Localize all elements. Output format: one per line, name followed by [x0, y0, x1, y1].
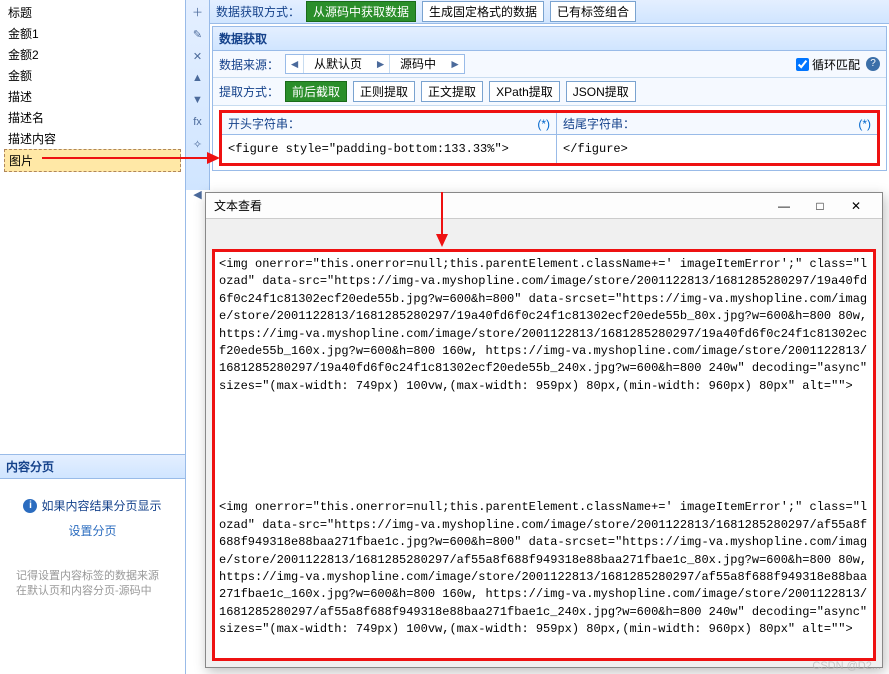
extract-mode-row: 数据获取方式： 从源码中获取数据 生成固定格式的数据 已有标签组合 [210, 0, 889, 24]
up-icon[interactable]: ▲ [188, 68, 208, 88]
tree-item-selected[interactable]: 图片 [4, 149, 181, 172]
method-regex[interactable]: 正则提取 [353, 81, 415, 102]
method-xpath[interactable]: XPath提取 [489, 81, 560, 102]
tree-item[interactable]: 描述 [4, 86, 181, 107]
end-string-input[interactable] [557, 135, 877, 163]
close-button[interactable]: ✕ [838, 194, 874, 218]
loop-match-checkbox[interactable]: 循环匹配 [796, 56, 860, 73]
paging-hint: 记得设置内容标签的数据来源 在默认页和内容分页-源码中 [10, 569, 175, 600]
text-viewer-titlebar[interactable]: 文本查看 — □ ✕ [206, 193, 882, 219]
tree-item[interactable]: 描述名 [4, 107, 181, 128]
paging-info: i 如果内容结果分页显示 [10, 497, 175, 514]
start-star[interactable]: (*) [537, 117, 550, 131]
nav-next-icon[interactable]: ► [372, 55, 390, 73]
mode-from-source[interactable]: 从源码中获取数据 [306, 1, 416, 22]
tree-item[interactable]: 金额1 [4, 23, 181, 44]
end-star[interactable]: (*) [858, 117, 871, 131]
down-icon[interactable]: ▼ [188, 90, 208, 110]
method-label: 提取方式： [219, 83, 279, 100]
wand-icon[interactable]: ✧ [188, 134, 208, 154]
tree-item[interactable]: 金额2 [4, 44, 181, 65]
source-combo: ◄ 从默认页 ► 源码中 ► [285, 54, 465, 74]
nav-from-text[interactable]: 从默认页 [304, 55, 372, 73]
tree-item[interactable]: 金额 [4, 65, 181, 86]
text-viewer-content[interactable] [219, 256, 869, 654]
info-icon: i [23, 499, 37, 513]
content-paging-panel: 内容分页 i 如果内容结果分页显示 设置分页 记得设置内容标签的数据来源 在默认… [0, 454, 185, 610]
x-icon[interactable]: ✕ [188, 46, 208, 66]
extract-mode-label: 数据获取方式： [216, 3, 300, 20]
pencil-icon[interactable]: ✎ [188, 24, 208, 44]
nav-src-text[interactable]: 源码中 [390, 55, 446, 73]
text-viewer-window: 文本查看 — □ ✕ [205, 192, 883, 668]
tree-item[interactable]: 描述内容 [4, 128, 181, 149]
source-label: 数据来源： [219, 56, 279, 73]
main-area: 数据获取方式： 从源码中获取数据 生成固定格式的数据 已有标签组合 数据获取 数… [210, 0, 889, 171]
plus-icon[interactable]: ＋ [188, 2, 208, 22]
fx-icon[interactable]: fx [188, 112, 208, 132]
minimize-button[interactable]: — [766, 194, 802, 218]
vertical-toolbar: ＋ ✎ ✕ ▲ ▼ fx ✧ ◀ [186, 0, 210, 190]
loop-label: 循环匹配 [812, 56, 860, 73]
loop-checkbox-input[interactable] [796, 58, 809, 71]
tree-item[interactable]: 标题 [4, 2, 181, 23]
method-row: 提取方式： 前后截取 正则提取 正文提取 XPath提取 JSON提取 [213, 78, 886, 106]
sidebar: 标题 金额1 金额2 金额 描述 描述名 描述内容 图片 内容分页 i 如果内容… [0, 0, 186, 674]
set-paging-link[interactable]: 设置分页 [10, 522, 175, 539]
method-trim[interactable]: 前后截取 [285, 81, 347, 102]
paging-info-text: 如果内容结果分页显示 [41, 497, 161, 514]
mode-fixed-format[interactable]: 生成固定格式的数据 [422, 1, 544, 22]
help-icon[interactable]: ? [866, 57, 880, 71]
method-json[interactable]: JSON提取 [566, 81, 636, 102]
start-string-label: 开头字符串： [228, 115, 300, 132]
method-body[interactable]: 正文提取 [421, 81, 483, 102]
end-string-label: 结尾字符串： [563, 115, 635, 132]
nav-prev-icon[interactable]: ◄ [286, 55, 304, 73]
text-viewer-body [212, 249, 876, 661]
start-string-input[interactable] [222, 135, 557, 163]
data-fetch-panel: 数据获取 数据来源： ◄ 从默认页 ► 源码中 ► 循环匹配 ? 提取方式： 前… [212, 26, 887, 171]
text-viewer-title: 文本查看 [214, 197, 766, 214]
paging-title: 内容分页 [0, 455, 185, 479]
mode-existing-tags[interactable]: 已有标签组合 [550, 1, 636, 22]
source-row: 数据来源： ◄ 从默认页 ► 源码中 ► 循环匹配 ? [213, 51, 886, 78]
extract-strings-box: 开头字符串： (*) 结尾字符串： (*) [219, 110, 880, 166]
label-tree: 标题 金额1 金额2 金额 描述 描述名 描述内容 图片 [0, 0, 185, 174]
nav-next2-icon[interactable]: ► [446, 55, 464, 73]
watermark: CSDN @D2... [812, 660, 881, 672]
data-fetch-title: 数据获取 [213, 27, 886, 51]
maximize-button[interactable]: □ [802, 194, 838, 218]
